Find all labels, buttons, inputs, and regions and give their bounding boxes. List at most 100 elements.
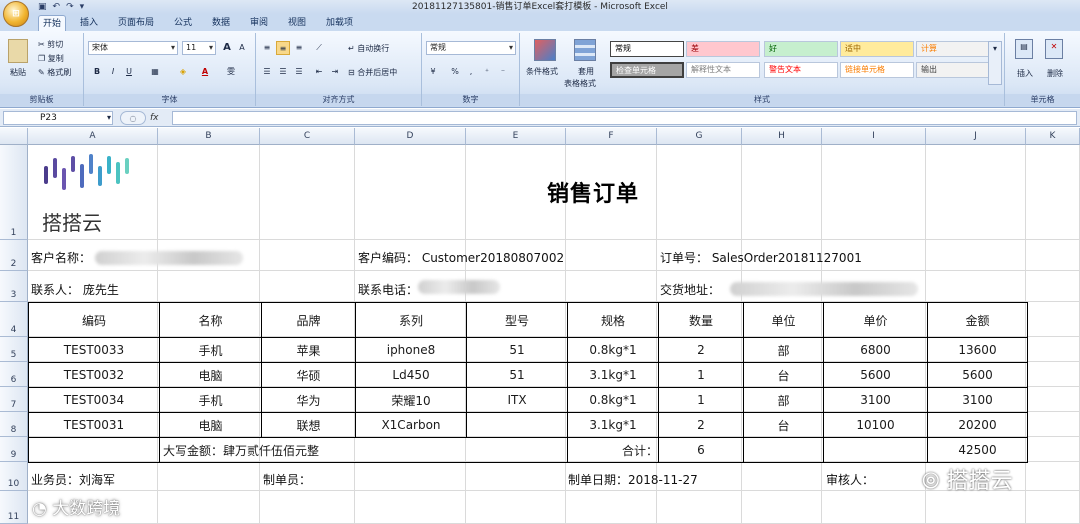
table-cell[interactable]: 部 [743, 337, 824, 363]
table-cell[interactable]: ITX [466, 387, 568, 413]
cell-style-0[interactable]: 常规 [610, 41, 684, 57]
table-cell[interactable]: 2 [658, 412, 744, 438]
cell-style-7[interactable]: 警告文本 [764, 62, 838, 78]
office-logo-icon[interactable]: ⊞ [3, 1, 29, 27]
row-header-2[interactable]: 2 [0, 240, 28, 271]
table-cell[interactable]: 部 [743, 387, 824, 413]
column-header-cell[interactable]: 单价 [823, 302, 928, 338]
align-bottom-icon[interactable]: ≡ [292, 41, 306, 55]
conditional-format-icon[interactable] [534, 39, 556, 61]
table-cell[interactable]: 1 [658, 387, 744, 413]
column-header-cell[interactable]: 数量 [658, 302, 744, 338]
paste-icon[interactable] [8, 39, 28, 63]
table-cell[interactable]: 电脑 [159, 362, 262, 388]
table-cell[interactable]: 台 [743, 362, 824, 388]
table-cell[interactable] [823, 437, 928, 463]
font-size-select[interactable]: 11 [182, 41, 216, 55]
orientation-icon[interactable]: ⟋ [312, 41, 326, 55]
table-cell[interactable]: 5600 [927, 362, 1028, 388]
decrease-decimal-icon[interactable]: ⁻ [496, 65, 510, 79]
align-center-icon[interactable]: ☰ [276, 65, 290, 79]
table-cell[interactable]: 荣耀10 [355, 387, 467, 413]
table-cell[interactable]: TEST0033 [28, 337, 160, 363]
column-header-cell[interactable]: 规格 [567, 302, 659, 338]
table-cell[interactable]: 手机 [159, 387, 262, 413]
table-cell[interactable]: 0.8kg*1 [567, 387, 659, 413]
grow-font-button[interactable]: A [220, 41, 234, 55]
table-cell[interactable] [466, 412, 568, 438]
copy-button[interactable]: ❐ 复制 [38, 53, 64, 64]
select-all-corner[interactable] [0, 128, 28, 145]
column-header-cell[interactable]: 名称 [159, 302, 262, 338]
table-cell[interactable]: 5600 [823, 362, 928, 388]
table-cell[interactable]: 手机 [159, 337, 262, 363]
total-quantity-cell[interactable]: 6 [658, 437, 744, 463]
shrink-font-button[interactable]: A [235, 41, 249, 55]
number-format-select[interactable]: 常规 [426, 41, 516, 55]
column-header-a[interactable]: A [28, 128, 158, 145]
align-left-icon[interactable]: ☰ [260, 65, 274, 79]
row-header-9[interactable]: 9 [0, 437, 28, 462]
column-header-i[interactable]: I [822, 128, 926, 145]
table-cell[interactable]: 13600 [927, 337, 1028, 363]
column-header-j[interactable]: J [926, 128, 1026, 145]
paste-button[interactable]: 粘贴 [10, 67, 26, 78]
table-cell[interactable]: 20200 [927, 412, 1028, 438]
comma-button[interactable]: , [464, 65, 478, 79]
column-header-cell[interactable]: 系列 [355, 302, 467, 338]
increase-decimal-icon[interactable]: ⁺ [480, 65, 494, 79]
font-name-select[interactable]: 宋体 [88, 41, 178, 55]
cell-style-3[interactable]: 适中 [840, 41, 914, 57]
table-cell[interactable]: iphone8 [355, 337, 467, 363]
cell-style-1[interactable]: 差 [686, 41, 760, 57]
column-header-d[interactable]: D [355, 128, 466, 145]
table-cell[interactable]: 华为 [261, 387, 356, 413]
increase-indent-icon[interactable]: ⇥ [328, 65, 342, 79]
row-header-10[interactable]: 10 [0, 462, 28, 491]
tab-page-layout[interactable]: 页面布局 [114, 15, 158, 31]
tab-insert[interactable]: 插入 [76, 15, 102, 31]
bold-button[interactable]: B [90, 65, 104, 79]
column-header-b[interactable]: B [158, 128, 260, 145]
row-header-8[interactable]: 8 [0, 412, 28, 437]
table-cell[interactable]: TEST0034 [28, 387, 160, 413]
table-cell[interactable]: TEST0032 [28, 362, 160, 388]
border-icon[interactable]: ▦ [148, 65, 162, 79]
name-box[interactable]: P23 [3, 111, 113, 125]
format-as-table-button[interactable]: 套用 [578, 66, 594, 77]
format-painter-button[interactable]: ✎ 格式刷 [38, 67, 71, 78]
percent-button[interactable]: % [448, 65, 462, 79]
row-header-6[interactable]: 6 [0, 362, 28, 387]
cell-style-6[interactable]: 解释性文本 [686, 62, 760, 78]
column-header-e[interactable]: E [466, 128, 566, 145]
cell-style-9[interactable]: 输出 [916, 62, 990, 78]
column-header-c[interactable]: C [260, 128, 355, 145]
insert-cells-icon[interactable]: ▤ [1015, 39, 1033, 59]
cell-style-4[interactable]: 计算 [916, 41, 990, 57]
table-cell[interactable]: X1Carbon [355, 412, 467, 438]
table-cell[interactable]: TEST0031 [28, 412, 160, 438]
row-header-1[interactable]: 1 [0, 145, 28, 240]
table-cell[interactable]: Ld450 [355, 362, 467, 388]
table-cell[interactable]: 3100 [927, 387, 1028, 413]
formula-input[interactable] [172, 111, 1077, 125]
underline-button[interactable]: U [122, 65, 136, 79]
font-color-icon[interactable]: A [198, 65, 212, 79]
table-cell[interactable]: 电脑 [159, 412, 262, 438]
table-cell[interactable] [743, 437, 824, 463]
delete-cells-icon[interactable]: ✕ [1045, 39, 1063, 59]
row-header-11[interactable]: 11 [0, 491, 28, 524]
table-cell[interactable]: 0.8kg*1 [567, 337, 659, 363]
align-right-icon[interactable]: ☰ [292, 65, 306, 79]
column-header-k[interactable]: K [1026, 128, 1080, 145]
align-top-icon[interactable]: ≡ [260, 41, 274, 55]
phonetic-button[interactable]: 雯 [224, 65, 238, 79]
table-cell[interactable]: 苹果 [261, 337, 356, 363]
cell-style-5[interactable]: 检查单元格 [610, 62, 684, 78]
capital-amount-cell[interactable]: 大写金额：肆万贰仟伍佰元整 [159, 437, 568, 463]
decrease-indent-icon[interactable]: ⇤ [312, 65, 326, 79]
column-header-f[interactable]: F [566, 128, 657, 145]
cut-button[interactable]: ✂ 剪切 [38, 39, 63, 50]
table-cell[interactable]: 10100 [823, 412, 928, 438]
fill-color-icon[interactable]: ◈ [176, 65, 190, 79]
